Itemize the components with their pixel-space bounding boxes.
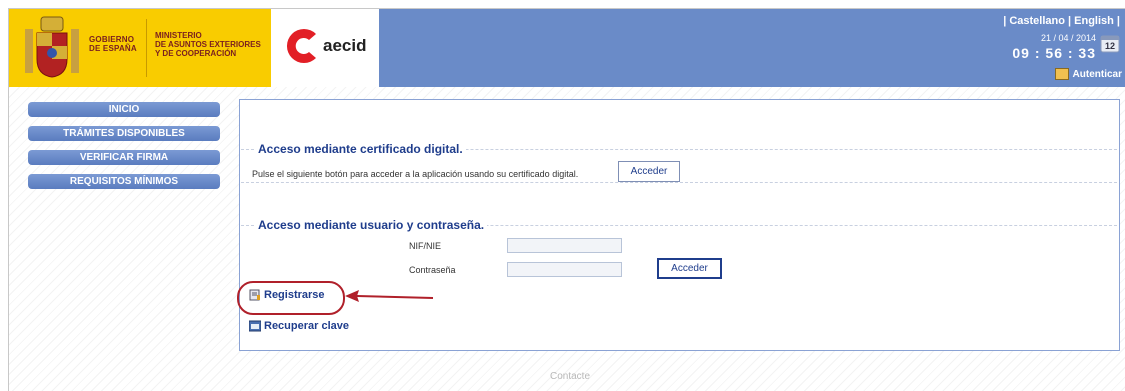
user-card-icon [1054,68,1069,80]
current-date: 21 / 04 / 2014 [1040,33,1096,43]
password-label: Contraseña [409,265,456,275]
logo-separator [146,19,147,77]
recover-key-label: Recuperar clave [264,320,349,332]
current-time: 09 : 56 : 33 [1012,45,1096,61]
nif-input[interactable] [507,238,622,253]
cert-section-title: Acceso mediante certificado digital. [255,142,466,156]
ministerio-line-1: MINISTERIO [155,31,202,40]
side-menu: INICIO TRÁMITES DISPONIBLES VERIFICAR FI… [28,102,220,198]
calendar-day: 12 [1105,41,1115,51]
register-label: Registrarse [264,289,325,301]
page-frame: GOBIERNO DE ESPAÑA MINISTERIO DE ASUNTOS… [8,8,1125,391]
register-icon [249,289,260,301]
coat-of-arms-icon [25,16,79,78]
cert-access-button[interactable]: Acceder [618,161,680,182]
user-access-button[interactable]: Acceder [657,258,722,279]
contact-link[interactable]: Contacte [550,371,590,382]
gobierno-line-1: GOBIERNO [89,35,135,44]
language-selector[interactable]: | Castellano | English | [1003,15,1120,27]
aecid-logo-icon [286,29,316,63]
menu-verificar-firma[interactable]: VERIFICAR FIRMA [28,150,220,165]
header: GOBIERNO DE ESPAÑA MINISTERIO DE ASUNTOS… [9,9,1125,87]
menu-tramites-disponibles[interactable]: TRÁMITES DISPONIBLES [28,126,220,141]
gobierno-line-2: DE ESPAÑA [89,44,137,53]
menu-inicio[interactable]: INICIO [28,102,220,117]
authenticate-label: Autenticar [1072,68,1122,80]
ministerio-line-2: DE ASUNTOS EXTERIORES [155,40,261,49]
key-recover-icon [249,320,261,332]
recover-key-link[interactable]: Recuperar clave [249,320,349,332]
ministerio-line-3: Y DE COOPERACIÓN [155,49,237,58]
cert-section-bottom-border [241,182,1117,183]
pointer-arrow-icon [345,290,434,302]
calendar-icon: 12 [1100,35,1120,53]
user-section-title: Acceso mediante usuario y contraseña. [255,218,488,232]
nif-label: NIF/NIE [409,241,442,251]
menu-requisitos-minimos[interactable]: REQUISITOS MÍNIMOS [28,174,220,189]
cert-instructions: Pulse el siguiente botón para acceder a … [252,169,579,179]
password-input[interactable] [507,262,622,277]
gobierno-text: GOBIERNO DE ESPAÑA [89,35,137,53]
aecid-wordmark: aecid [323,36,367,55]
register-link[interactable]: Registrarse [249,289,325,301]
ministerio-text: MINISTERIO DE ASUNTOS EXTERIORES Y DE CO… [155,31,261,58]
authenticate-link[interactable]: Autenticar [1054,68,1122,80]
